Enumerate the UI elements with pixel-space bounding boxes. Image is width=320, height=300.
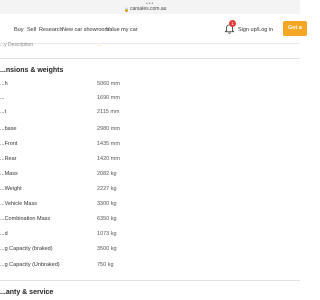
spec-label: ...g Capacity (Unbraked) [0, 262, 60, 268]
spec-label: ...y Description [0, 42, 34, 48]
spec-label: ...Front [0, 141, 18, 147]
spec-row: ... 1690 mm [0, 95, 300, 108]
spec-label: ... [0, 95, 5, 101]
spec-row: ...d 1073 kg [0, 231, 300, 244]
spec-label: ...d [0, 231, 8, 237]
section-divider [0, 58, 300, 59]
spec-row: ...h 5060 mm [0, 81, 300, 94]
spec-row: ...g Capacity (braked) 3500 kg [0, 246, 300, 259]
spec-value: 1690 mm [97, 95, 120, 101]
nav-value-my-car[interactable]: Value my car [106, 27, 138, 33]
spec-value: ... [97, 42, 102, 48]
site-header: Buy Sell Research New car showroom Value… [0, 14, 307, 44]
spec-label: ...Vehicle Mass [0, 201, 37, 207]
address-bar[interactable]: 🔒 carsales.com.au [124, 6, 166, 12]
spec-label: ...base [0, 126, 17, 132]
spec-row: ...Combination Mass 6350 kg [0, 216, 300, 229]
spec-value: 2115 mm [97, 109, 120, 115]
spec-value: 1073 kg [97, 231, 117, 237]
spec-row: ...Vehicle Mass 3300 kg [0, 201, 300, 214]
browser-toolbar: ••• 🔒 carsales.com.au [0, 0, 300, 14]
spec-label: ...Mass [0, 171, 18, 177]
spec-label: ...Rear [0, 156, 17, 162]
spec-label: ...h [0, 81, 8, 87]
nav-research[interactable]: Research [39, 27, 63, 33]
nav-sell[interactable]: Sell [27, 27, 36, 33]
lock-icon: 🔒 [124, 6, 129, 12]
spec-value: 5060 mm [97, 81, 120, 87]
spec-value: 6350 kg [97, 216, 117, 222]
spec-row: ...Mass 2082 kg [0, 171, 300, 184]
spec-row-cutoff: ...y Description ... [0, 42, 300, 49]
url-text: carsales.com.au [129, 6, 167, 12]
spec-value: 3500 kg [97, 246, 117, 252]
section-divider [0, 280, 300, 281]
spec-value: 1435 mm [97, 141, 120, 147]
notification-badge: 1 [229, 20, 236, 27]
spec-label: ...Weight [0, 186, 22, 192]
spec-row: ...t 2115 mm [0, 109, 300, 122]
spec-row: ...g Capacity (Unbraked) 750 kg [0, 262, 300, 275]
spec-value: 1420 mm [97, 156, 120, 162]
sign-in-link[interactable]: Sign up/Log in [238, 27, 273, 33]
section-title-warranty: ...anty & service [0, 289, 54, 296]
get-button[interactable]: Get a [283, 21, 307, 36]
spec-value: 2082 kg [97, 171, 117, 177]
nav-new-car-showroom[interactable]: New car showroom [62, 27, 109, 33]
spec-label: ...Combination Mass [0, 216, 51, 222]
spec-row: ...Front 1435 mm [0, 141, 300, 154]
spec-label: ...g Capacity (braked) [0, 246, 53, 252]
spec-label: ...t [0, 109, 7, 115]
spec-row: ...base 2980 mm [0, 126, 300, 139]
spec-value: 750 kg [97, 262, 114, 268]
spec-row: ...Rear 1420 mm [0, 156, 300, 169]
section-title-dimensions: ...nsions & weights [0, 67, 64, 74]
spec-value: 3300 kg [97, 201, 117, 207]
spec-value: 2980 mm [97, 126, 120, 132]
nav-buy[interactable]: Buy [14, 27, 23, 33]
spec-row: ...Weight 2227 kg [0, 186, 300, 199]
spec-value: 2227 kg [97, 186, 117, 192]
